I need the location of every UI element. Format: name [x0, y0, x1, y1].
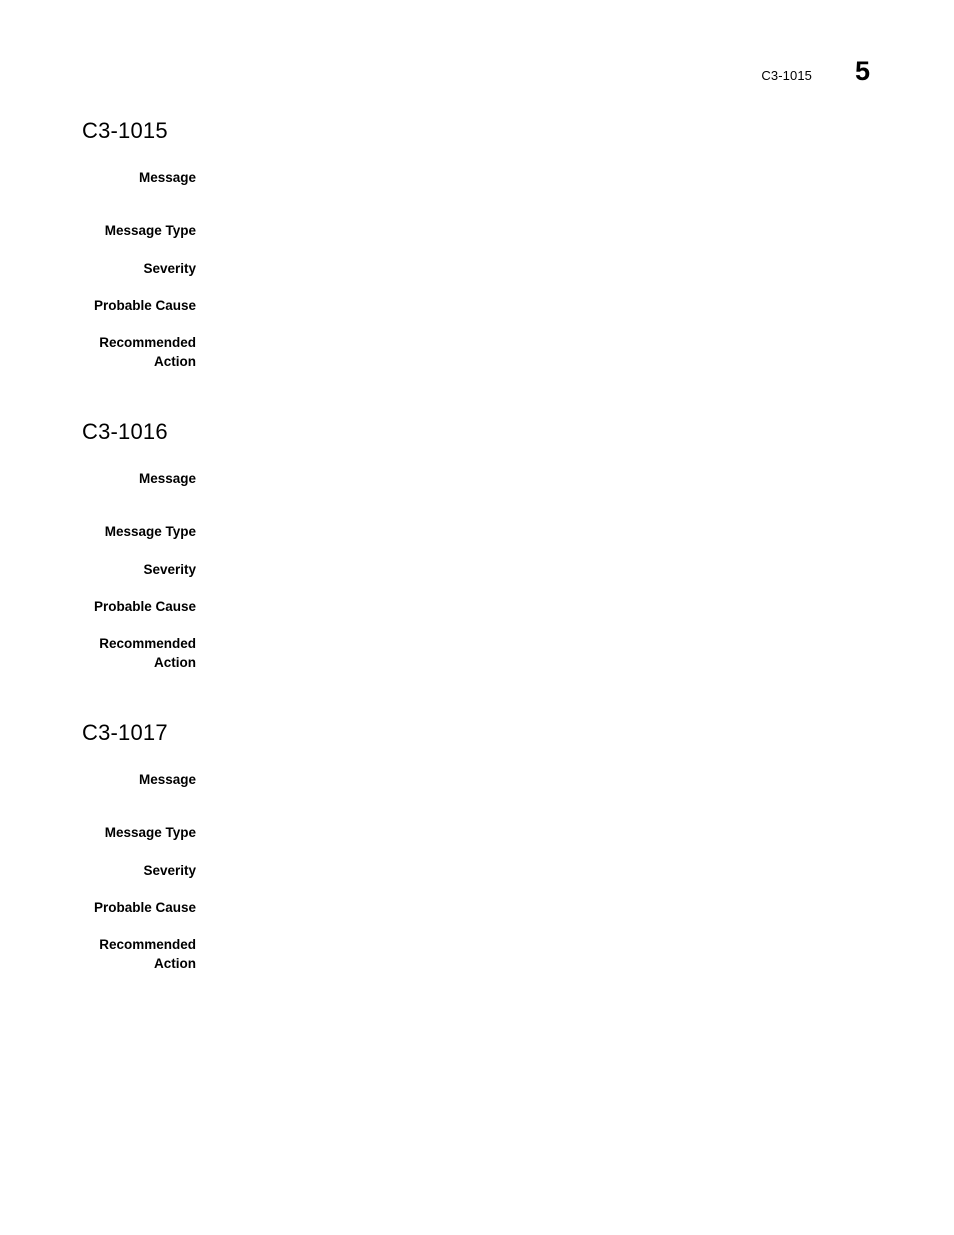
field-row-severity: Severity	[0, 259, 954, 278]
page-content: C3-1015 Message Message Type Severity Pr…	[0, 118, 954, 973]
field-list: Message Message Type Severity Probable C…	[0, 168, 954, 371]
field-row-probable-cause: Probable Cause	[0, 597, 954, 616]
field-row-message-type: Message Type	[0, 221, 954, 240]
field-row-probable-cause: Probable Cause	[0, 898, 954, 917]
field-row-message-type: Message Type	[0, 823, 954, 842]
field-label-recommended-action: Recommended Action	[99, 334, 196, 369]
field-value-message	[236, 469, 954, 488]
field-value-probable-cause	[236, 296, 954, 315]
field-label-probable-cause: Probable Cause	[93, 598, 196, 614]
field-label-severity: Severity	[143, 561, 196, 577]
field-label-recommended-action: Recommended Action	[99, 936, 196, 971]
field-value-message-type	[236, 522, 954, 541]
field-list: Message Message Type Severity Probable C…	[0, 770, 954, 973]
field-value-severity	[236, 560, 954, 579]
field-label-message: Message	[138, 470, 196, 486]
field-row-recommended-action: Recommended Action	[0, 333, 954, 371]
field-value-probable-cause	[236, 597, 954, 616]
field-row-message: Message	[0, 469, 954, 488]
field-row-recommended-action: Recommended Action	[0, 634, 954, 672]
field-value-probable-cause	[236, 898, 954, 917]
section-heading: C3-1017	[82, 719, 168, 745]
field-label-recommended-action: Recommended Action	[99, 635, 196, 670]
field-list: Message Message Type Severity Probable C…	[0, 469, 954, 672]
section-heading: C3-1016	[82, 418, 168, 444]
message-section: C3-1015 Message Message Type Severity Pr…	[0, 118, 954, 371]
page-number: 5	[854, 56, 870, 86]
field-label-probable-cause: Probable Cause	[93, 297, 196, 313]
field-row-message: Message	[0, 770, 954, 789]
field-label-probable-cause: Probable Cause	[93, 899, 196, 915]
field-row-message: Message	[0, 168, 954, 187]
field-row-message-type: Message Type	[0, 522, 954, 541]
page-header: C3-1015 5	[761, 58, 870, 85]
field-value-recommended-action	[236, 935, 954, 954]
field-row-severity: Severity	[0, 560, 954, 579]
field-row-recommended-action: Recommended Action	[0, 935, 954, 973]
field-value-recommended-action	[236, 634, 954, 653]
field-label-severity: Severity	[143, 862, 196, 878]
document-page: C3-1015 5 C3-1015 Message Message Type S…	[0, 0, 954, 1235]
field-value-message-type	[236, 221, 954, 240]
field-label-message-type: Message Type	[104, 222, 196, 238]
field-value-message-type	[236, 823, 954, 842]
field-row-severity: Severity	[0, 861, 954, 880]
field-value-message	[236, 168, 954, 187]
field-label-message-type: Message Type	[104, 824, 196, 840]
field-value-severity	[236, 259, 954, 278]
field-value-recommended-action	[236, 333, 954, 352]
section-heading: C3-1015	[82, 118, 168, 143]
field-label-severity: Severity	[143, 260, 196, 276]
field-value-severity	[236, 861, 954, 880]
running-header-title: C3-1015	[761, 68, 812, 83]
field-label-message: Message	[138, 771, 196, 787]
message-section: C3-1017 Message Message Type Severity Pr…	[0, 720, 954, 973]
message-section: C3-1016 Message Message Type Severity Pr…	[0, 419, 954, 672]
field-value-message	[236, 770, 954, 789]
field-label-message: Message	[138, 169, 196, 185]
field-label-message-type: Message Type	[104, 523, 196, 539]
field-row-probable-cause: Probable Cause	[0, 296, 954, 315]
